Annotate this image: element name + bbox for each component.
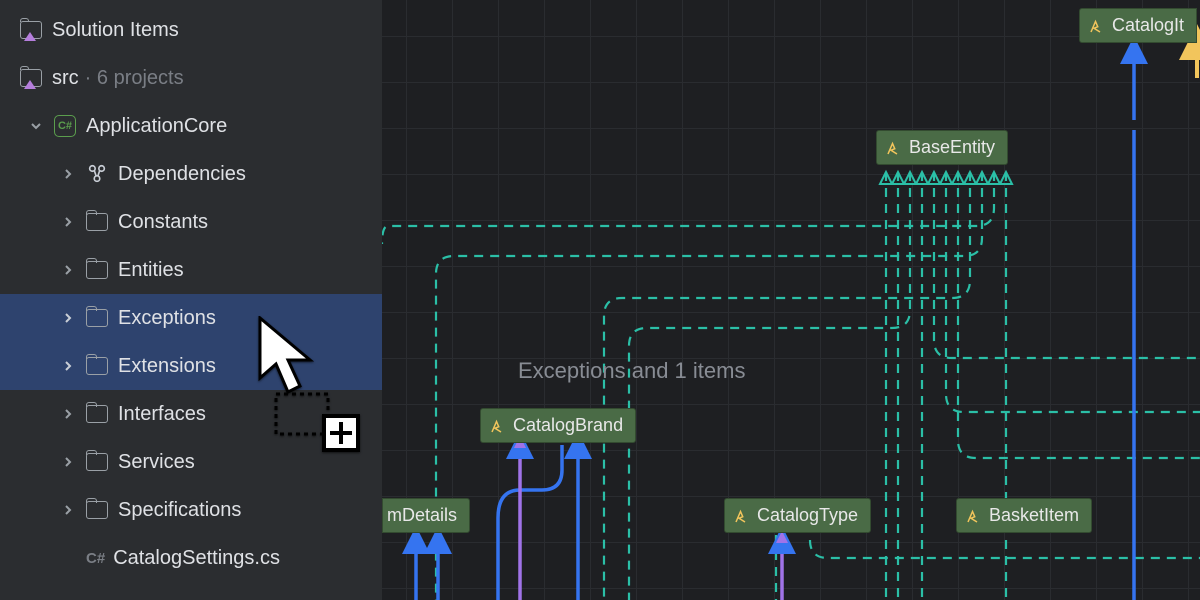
tree-label: ApplicationCore — [86, 115, 227, 138]
class-icon — [885, 139, 903, 157]
tree-item-constants[interactable]: Constants — [0, 198, 382, 246]
tree-label: Dependencies — [118, 163, 246, 186]
folder-icon — [86, 355, 108, 377]
folder-icon — [86, 499, 108, 521]
node-label: BasketItem — [989, 505, 1079, 526]
diagram-node-base-entity[interactable]: BaseEntity — [876, 130, 1008, 165]
tree-label: src — [52, 67, 79, 90]
dependencies-icon — [86, 163, 108, 185]
diagram-node-basket-item[interactable]: BasketItem — [956, 498, 1092, 533]
tree-item-src[interactable]: src · 6 projects — [0, 54, 382, 102]
tree-hint: · 6 projects — [85, 67, 184, 90]
chevron-right-icon — [60, 358, 76, 374]
chevron-right-icon — [60, 310, 76, 326]
diagram-canvas[interactable]: BaseEntity CatalogIt CatalogBrand Catalo… — [382, 0, 1200, 600]
node-label: BaseEntity — [909, 137, 995, 158]
class-icon — [489, 417, 507, 435]
tree-item-application-core[interactable]: C# ApplicationCore — [0, 102, 382, 150]
chevron-down-icon — [28, 118, 44, 134]
diagram-node-catalog-brand[interactable]: CatalogBrand — [480, 408, 636, 443]
diagram-node-catalog-it[interactable]: CatalogIt — [1079, 8, 1197, 43]
solution-folder-icon — [20, 67, 42, 89]
folder-icon — [86, 403, 108, 425]
diagram-node-m-details[interactable]: mDetails — [382, 498, 470, 533]
drag-cursor — [258, 316, 368, 462]
node-label: CatalogBrand — [513, 415, 623, 436]
diagram-node-catalog-type[interactable]: CatalogType — [724, 498, 871, 533]
tree-label: Services — [118, 451, 195, 474]
node-label: CatalogIt — [1112, 15, 1184, 36]
chevron-right-icon — [60, 214, 76, 230]
tree-label: Constants — [118, 211, 208, 234]
chevron-right-icon — [60, 262, 76, 278]
solution-folder-icon — [20, 19, 42, 41]
node-label: mDetails — [387, 505, 457, 526]
tree-label: Interfaces — [118, 403, 206, 426]
folder-icon — [86, 451, 108, 473]
chevron-right-icon — [60, 454, 76, 470]
tree-item-catalog-settings[interactable]: C# CatalogSettings.cs — [0, 534, 382, 582]
tree-label: Specifications — [118, 499, 241, 522]
tree-label: Exceptions — [118, 307, 216, 330]
tree-label: Extensions — [118, 355, 216, 378]
folder-icon — [86, 307, 108, 329]
tree-item-dependencies[interactable]: Dependencies — [0, 150, 382, 198]
csharp-file-icon: C# — [86, 550, 105, 567]
solution-explorer: Solution Items src · 6 projects C# Appli… — [0, 0, 382, 600]
class-icon — [733, 507, 751, 525]
chevron-right-icon — [60, 406, 76, 422]
folder-icon — [86, 211, 108, 233]
tree-item-entities[interactable]: Entities — [0, 246, 382, 294]
chevron-right-icon — [60, 502, 76, 518]
tree-label: Entities — [118, 259, 184, 282]
tree-label: Solution Items — [52, 19, 179, 42]
tree-item-specifications[interactable]: Specifications — [0, 486, 382, 534]
class-icon — [1088, 17, 1106, 35]
csharp-project-icon: C# — [54, 115, 76, 137]
drag-tooltip: Exceptions and 1 items — [518, 358, 745, 384]
node-label: CatalogType — [757, 505, 858, 526]
tree-label: CatalogSettings.cs — [113, 547, 280, 570]
tree-item-solution-items[interactable]: Solution Items — [0, 6, 382, 54]
folder-icon — [86, 259, 108, 281]
chevron-right-icon — [60, 166, 76, 182]
class-icon — [965, 507, 983, 525]
